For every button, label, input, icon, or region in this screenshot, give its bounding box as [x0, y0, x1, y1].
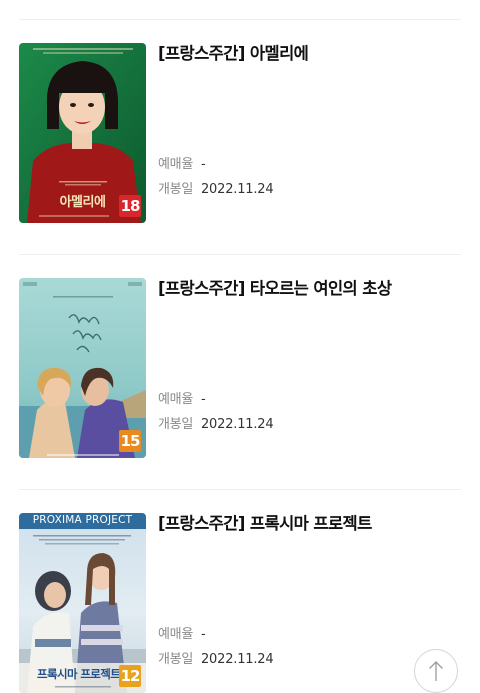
movie-title[interactable]: [프랑스주간] 아멜리에: [158, 43, 309, 65]
release-date-value: 2022.11.24: [200, 652, 274, 667]
reservation-rate-value: -: [200, 392, 206, 407]
age-rating-badge: 15: [119, 430, 141, 452]
release-date: 개봉일 2022.11.24: [158, 651, 274, 669]
release-date-label: 개봉일: [158, 417, 193, 432]
list-item[interactable]: 아멜리에 18 [프랑스주간] 아멜리에 예매율 - 개봉일 2022.11.24: [19, 43, 461, 223]
age-rating-badge: 18: [119, 195, 141, 217]
release-date-label: 개봉일: [158, 652, 193, 667]
movie-list: 아멜리에 18 [프랑스주간] 아멜리에 예매율 - 개봉일 2022.11.24: [0, 0, 480, 693]
release-date-value: 2022.11.24: [200, 182, 274, 197]
poster-header-text: PROXIMA PROJECT: [32, 514, 133, 526]
release-date-value: 2022.11.24: [200, 417, 274, 432]
release-date-label: 개봉일: [158, 182, 193, 197]
reservation-rate: 예매율 -: [158, 156, 206, 174]
release-date: 개봉일 2022.11.24: [158, 181, 274, 199]
movie-poster[interactable]: 15: [19, 278, 146, 458]
reservation-rate-label: 예매율: [158, 627, 193, 642]
item-divider: [19, 489, 461, 490]
reservation-rate: 예매율 -: [158, 391, 206, 409]
movie-title[interactable]: [프랑스주간] 프록시마 프로젝트: [158, 513, 372, 535]
reservation-rate-value: -: [200, 627, 206, 642]
movie-poster[interactable]: PROXIMA PROJECT 프록시마 프로젝트 12: [19, 513, 146, 693]
movie-title[interactable]: [프랑스주간] 타오르는 여인의 초상: [158, 278, 392, 300]
age-rating-badge: 12: [119, 665, 141, 687]
movie-poster[interactable]: 아멜리에 18: [19, 43, 146, 223]
reservation-rate: 예매율 -: [158, 626, 206, 644]
item-divider: [19, 254, 461, 255]
reservation-rate-label: 예매율: [158, 392, 193, 407]
reservation-rate-value: -: [200, 157, 206, 172]
arrow-up-icon: [429, 661, 443, 681]
list-item[interactable]: PROXIMA PROJECT 프록시마 프로젝트 12 [프랑스주간] 프록시…: [19, 513, 461, 693]
list-item[interactable]: 15 [프랑스주간] 타오르는 여인의 초상 예매율 - 개봉일 2022.11.2…: [19, 278, 461, 458]
scroll-to-top-button[interactable]: [414, 649, 458, 693]
reservation-rate-label: 예매율: [158, 157, 193, 172]
release-date: 개봉일 2022.11.24: [158, 416, 274, 434]
